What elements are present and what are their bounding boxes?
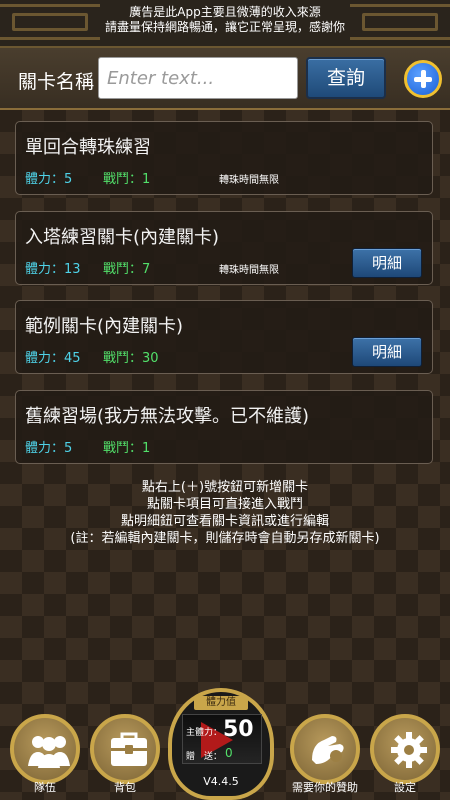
team-button[interactable] [10,714,80,784]
stage-name-input[interactable] [98,57,298,99]
stage-title: 單回合轉珠練習 [25,137,151,158]
battle-stat: 戰鬥：1 [103,172,151,187]
stamina-gauge[interactable]: 體力值 主體力： 50 贈 送： 0 V4.4.5 [168,688,274,800]
support-button[interactable] [290,714,360,784]
stage-title: 範例關卡(內建關卡) [25,316,184,337]
stage-item[interactable]: 單回合轉珠練習 體力：5 戰鬥：1 轉珠時間無限 [15,121,433,195]
stamina-stat: 體力：5 [25,441,73,456]
version-label: V4.4.5 [203,775,239,788]
battle-stat: 戰鬥：30 [103,351,159,366]
search-bar: 關卡名稱 查詢 [0,48,450,110]
stamina-panel: 主體力： 50 贈 送： 0 [182,714,262,764]
stamina-header: 體力值 [194,696,248,710]
stage-title: 入塔練習關卡(內建關卡) [25,227,220,248]
stage-note: 轉珠時間無限 [219,265,279,276]
ad-notice-line-1: 廣告是此App主要且微薄的收入來源 [129,5,321,19]
battle-stat: 戰鬥：1 [103,441,151,456]
team-label: 隊伍 [34,781,56,794]
detail-button[interactable]: 明細 [352,248,422,278]
settings-button[interactable] [370,714,440,784]
ad-banner: 廣告是此App主要且微薄的收入來源 請盡量保持網路暢通，讓它正常呈現，感謝你 [0,0,450,48]
battle-stat: 戰鬥：7 [103,262,151,277]
stage-title: 舊練習場(我方無法攻擊。已不維護) [25,406,310,427]
gift-stamina-label: 贈 送： [186,752,223,762]
stage-item[interactable]: 舊練習場(我方無法攻擊。已不維護) 體力：5 戰鬥：1 [15,390,433,464]
plus-circle-icon[interactable] [404,60,442,98]
ad-notice-line-2: 請盡量保持網路暢通，讓它正常呈現，感謝你 [104,20,345,34]
gift-stamina-value: 0 [225,746,233,760]
help-line: 點右上(＋)號按鈕可新增關卡 [141,480,309,495]
stamina-stat: 體力：45 [25,351,81,366]
help-line: 點明細鈕可查看關卡資訊或進行編輯 [120,514,329,529]
stage-name-label: 關卡名稱 [18,71,95,93]
main-stamina-value: 50 [223,717,254,742]
stage-item[interactable]: 入塔練習關卡(內建關卡) 體力：13 戰鬥：7 轉珠時間無限 明細 [15,211,433,285]
stamina-stat: 體力：13 [25,262,81,277]
gear-icon [391,732,427,768]
settings-label: 設定 [394,781,416,794]
team-icon [28,736,70,768]
help-line: 點關卡項目可直接進入戰鬥 [146,497,303,512]
main-stamina-label: 主體力： [186,728,223,738]
stage-note: 轉珠時間無限 [219,175,279,186]
support-label: 需要你的贊助 [292,781,358,794]
stage-item[interactable]: 範例關卡(內建關卡) 體力：45 戰鬥：30 明細 [15,300,433,374]
bag-button[interactable] [90,714,160,784]
bag-icon [111,732,147,766]
help-line: (註：若編輯內建關卡，則儲存時會自動另存成新關卡) [70,531,380,546]
support-icon [312,736,344,764]
detail-button[interactable]: 明細 [352,337,422,367]
query-button[interactable]: 查詢 [306,57,386,99]
help-text: 點右上(＋)號按鈕可新增關卡 點關卡項目可直接進入戰鬥 點明細鈕可查看關卡資訊或… [0,479,450,547]
stamina-stat: 體力：5 [25,172,73,187]
ad-notice: 廣告是此App主要且微薄的收入來源 請盡量保持網路暢通，讓它正常呈現，感謝你 [0,5,450,35]
bag-label: 背包 [114,781,136,794]
